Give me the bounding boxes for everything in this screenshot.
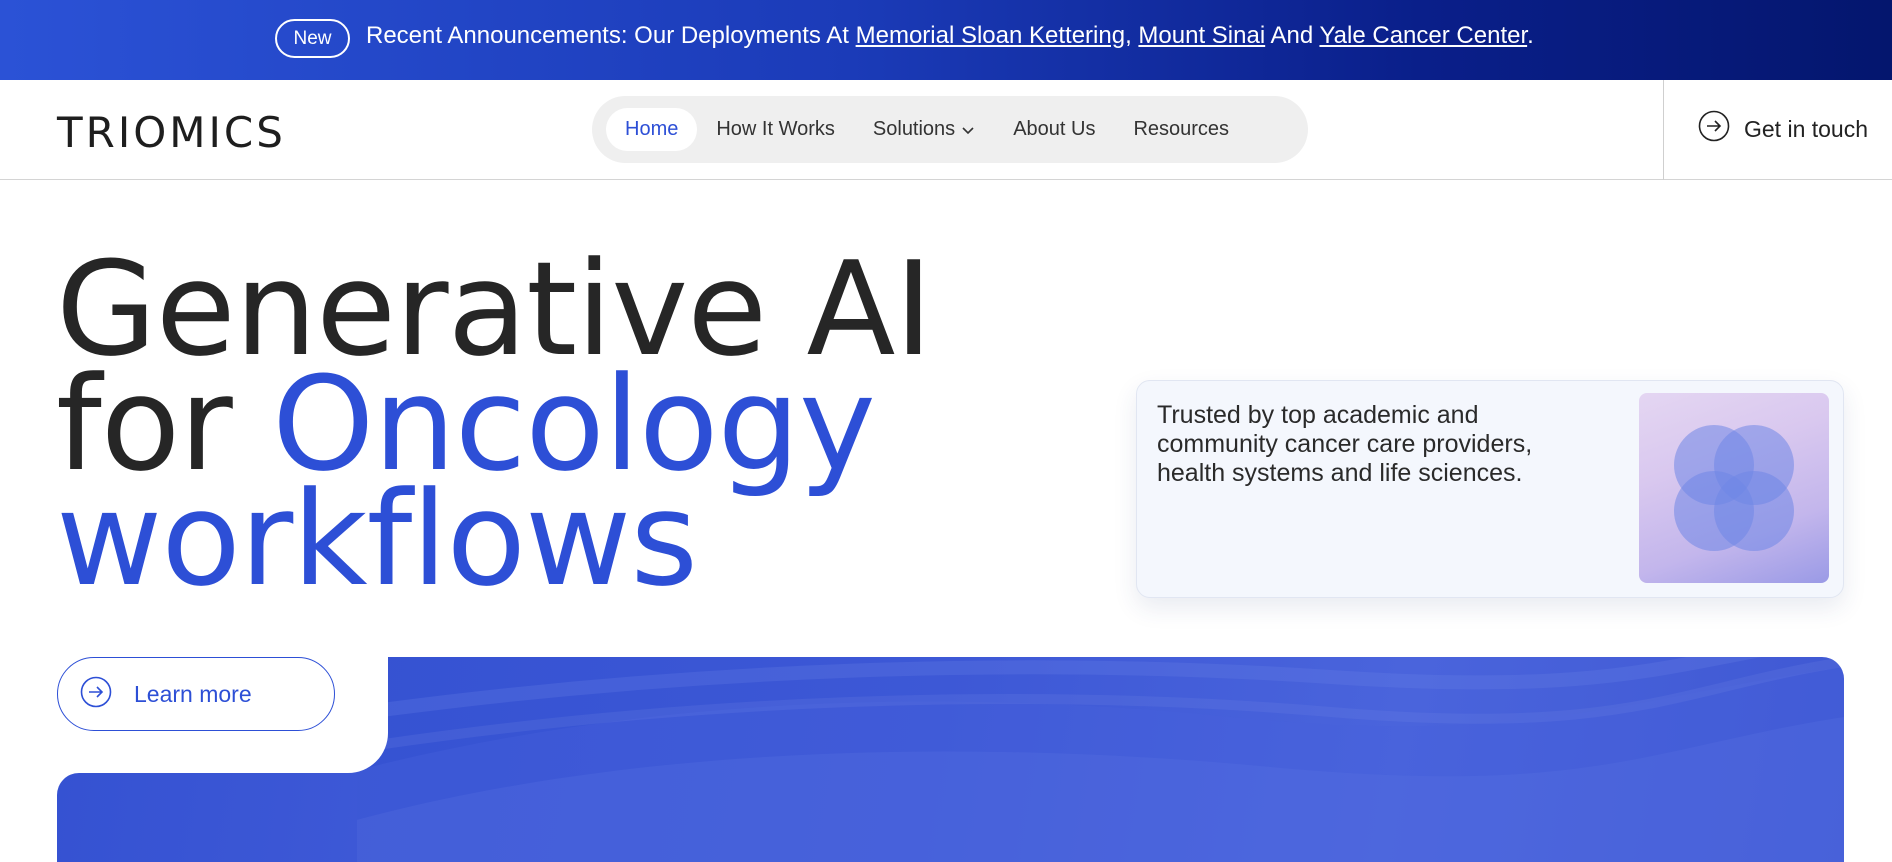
announcement-separator-2: And [1265, 22, 1320, 49]
announcement-separator-1: , [1125, 22, 1139, 49]
link-memorial-sloan-kettering[interactable]: Memorial Sloan Kettering [856, 22, 1125, 49]
hero-wave-banner-lower [57, 773, 357, 862]
arrow-right-circle-icon [80, 676, 112, 713]
nav-item-how-it-works[interactable]: How It Works [697, 108, 854, 151]
nav-item-solutions[interactable]: Solutions [854, 108, 994, 151]
header-divider [1663, 80, 1664, 180]
site-header: TRIOMICS Home How It Works Solutions Abo… [0, 80, 1892, 180]
learn-more-label: Learn more [134, 680, 252, 707]
announcement-prefix: Recent Announcements: Our Deployments At [366, 22, 856, 49]
overlapping-circles-icon [1639, 393, 1829, 583]
hero-wave-banner [331, 657, 1844, 862]
get-in-touch-button[interactable]: Get in touch [1698, 110, 1868, 148]
announcement-suffix: . [1527, 22, 1534, 49]
link-yale-cancer-center[interactable]: Yale Cancer Center [1319, 22, 1527, 49]
logo[interactable]: TRIOMICS [57, 108, 286, 157]
trust-text: Trusted by top academic and community ca… [1157, 401, 1533, 487]
learn-more-button[interactable]: Learn more [57, 657, 335, 731]
hero-headline: Generative AI for Oncology workflows [56, 244, 933, 604]
nav-item-resources[interactable]: Resources [1114, 108, 1248, 151]
chevron-down-icon [961, 125, 975, 135]
arrow-right-circle-icon [1698, 110, 1730, 148]
trust-card: Trusted by top academic and community ca… [1136, 380, 1844, 598]
nav-item-home[interactable]: Home [606, 108, 698, 151]
new-badge: New [275, 19, 350, 58]
announcement-text: Recent Announcements: Our Deployments At… [366, 22, 1534, 50]
announcement-bar: New Recent Announcements: Our Deployment… [0, 0, 1892, 80]
nav-item-about-us[interactable]: About Us [994, 108, 1114, 151]
link-mount-sinai[interactable]: Mount Sinai [1138, 22, 1265, 49]
nav-item-solutions-label: Solutions [872, 118, 956, 140]
get-in-touch-label: Get in touch [1744, 115, 1869, 142]
main-nav: Home How It Works Solutions About Us Res… [592, 96, 1308, 163]
